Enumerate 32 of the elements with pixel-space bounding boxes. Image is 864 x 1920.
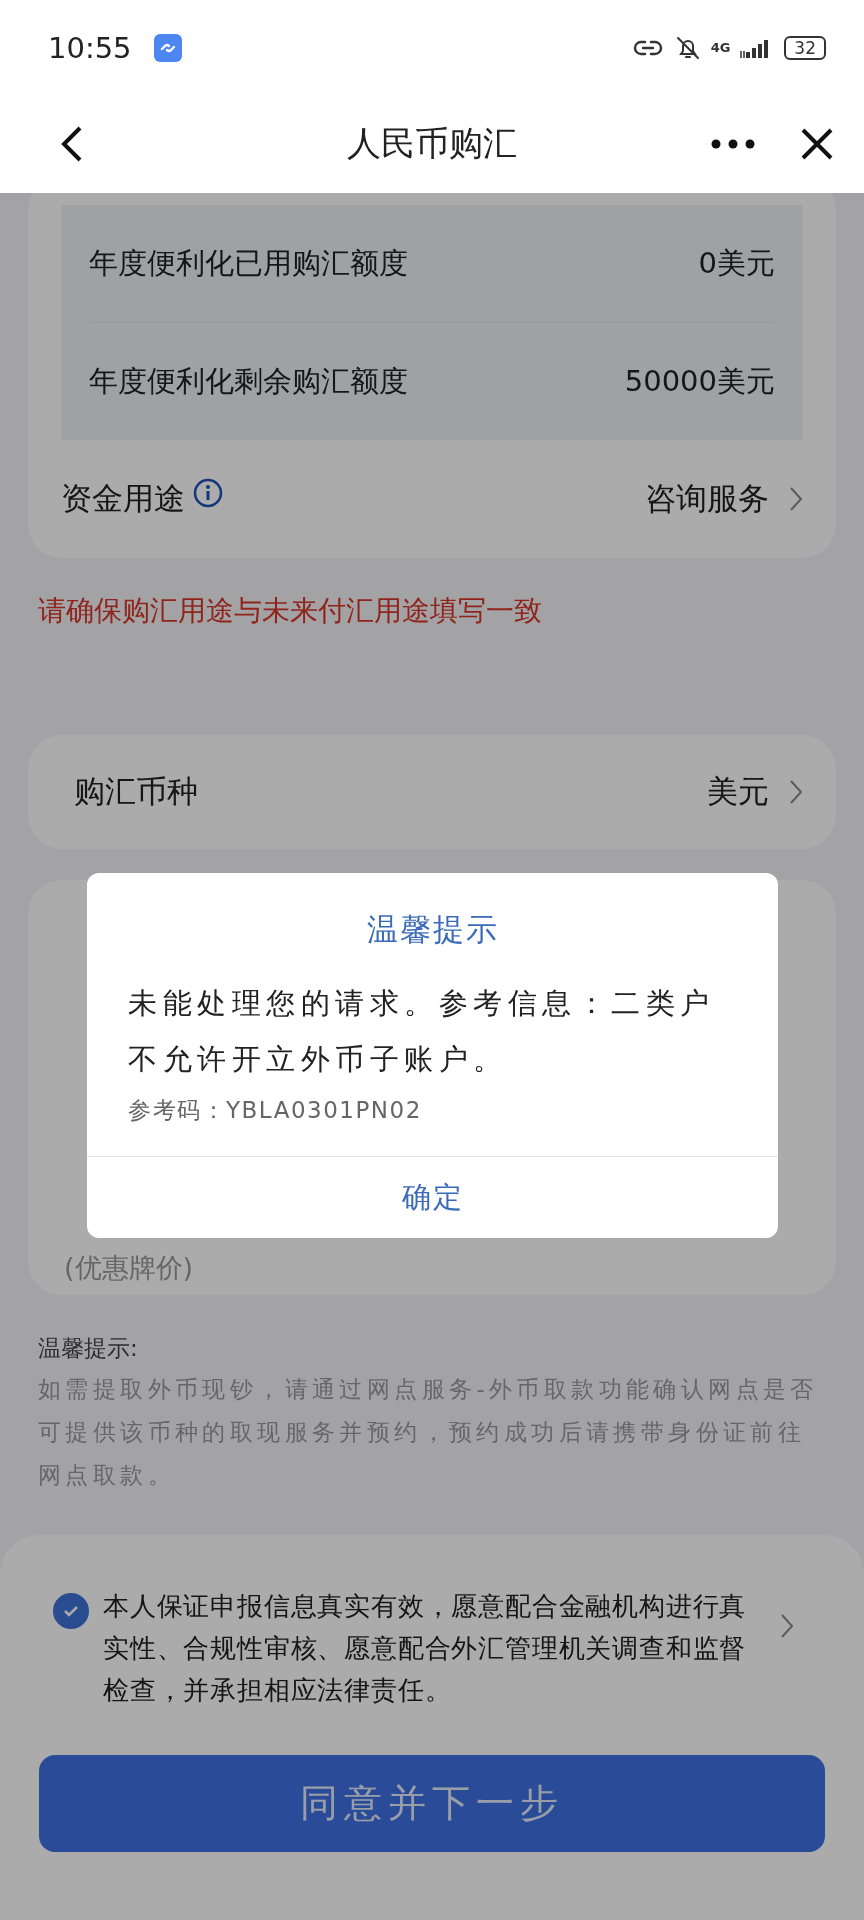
quota-value: 50000美元 xyxy=(624,362,775,400)
agreement-checkbox[interactable] xyxy=(53,1593,89,1629)
quota-label: 年度便利化已用购汇额度 xyxy=(89,244,408,282)
info-icon[interactable] xyxy=(193,478,223,508)
dialog-message: 未能处理您的请求。参考信息：二类户不允许开立外币子账户。 xyxy=(128,985,716,1078)
chevron-right-icon xyxy=(789,779,803,805)
currency-row[interactable]: 购汇币种 美元 xyxy=(28,735,836,849)
dialog-title: 温馨提示 xyxy=(365,910,500,949)
chevron-right-icon[interactable] xyxy=(789,486,803,512)
purpose-label: 资金用途 xyxy=(61,479,185,518)
page-title: 人民币购汇 xyxy=(347,122,517,165)
link-app-icon xyxy=(153,33,182,62)
tips-title: 温馨提示: xyxy=(38,1334,139,1363)
more-icon[interactable] xyxy=(710,138,756,150)
close-icon[interactable] xyxy=(800,127,834,161)
back-icon[interactable] xyxy=(60,124,84,164)
bell-muted-icon xyxy=(674,34,701,61)
confirm-button[interactable]: 确定 xyxy=(87,1156,778,1238)
reference-code: 参考码：YBLA0301PN02 xyxy=(128,1096,423,1125)
battery-indicator: 32 xyxy=(784,35,826,60)
status-time: 10:55 xyxy=(48,30,132,65)
rate-note: (优惠牌价) xyxy=(64,1252,194,1283)
agreement-text: 本人保证申报信息真实有效，愿意配合金融机构进行真实性、合规性审核、愿意配合外汇管理机关调查和监督检查，并承担相应法律责任。 xyxy=(103,1590,748,1707)
warning-text: 请确保购汇用途与未来付汇用途填写一致 xyxy=(37,593,543,629)
chevron-right-icon[interactable] xyxy=(780,1613,794,1639)
network-label: 4G xyxy=(710,40,731,55)
quota-value: 0美元 xyxy=(698,244,775,282)
currency-value: 美元 xyxy=(707,772,769,811)
currency-label: 购汇币种 xyxy=(74,772,198,811)
quota-label: 年度便利化剩余购汇额度 xyxy=(89,362,408,400)
purpose-value[interactable]: 咨询服务 xyxy=(645,478,769,520)
tips-text: 如需提取外币现钞，请通过网点服务-外币取款功能确认网点是否可提供该币种的取现服务并预约，预约成功后请携带身份证前往网点取款。 xyxy=(38,1375,819,1490)
